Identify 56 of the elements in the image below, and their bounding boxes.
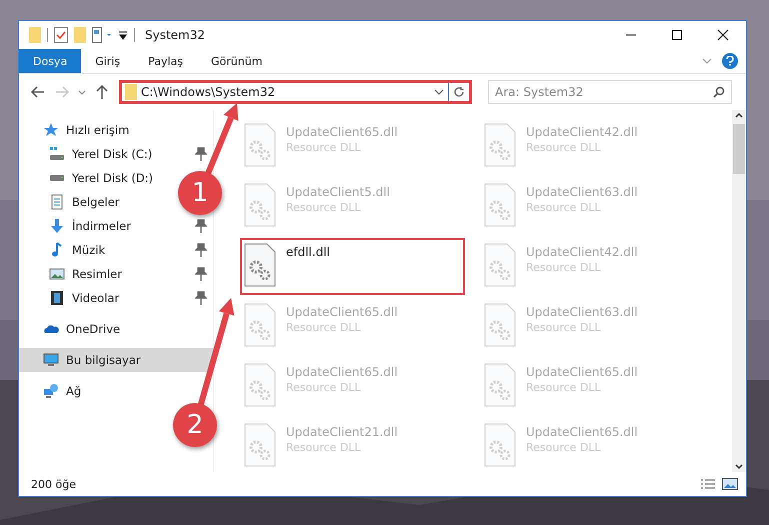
nav-item[interactable]: Yerel Disk (C:): [19, 142, 213, 166]
window-title: System32: [145, 28, 206, 42]
item-count: 200 öğe: [31, 478, 76, 490]
file-gear-icon: [484, 243, 516, 287]
download-icon: [49, 218, 65, 234]
refresh-icon[interactable]: [453, 86, 465, 98]
nav-item[interactable]: OneDrive: [19, 317, 126, 341]
folder-icon: [125, 84, 137, 100]
film-icon: [49, 290, 65, 306]
nav-item[interactable]: Hızlı erişim: [19, 118, 136, 142]
ribbon-tab[interactable]: Dosya: [19, 49, 82, 73]
nav-item[interactable]: Videolar: [19, 286, 213, 310]
nav-item[interactable]: Belgeler: [19, 190, 126, 214]
address-field[interactable]: C:\Windows\System32: [119, 80, 472, 104]
picture-icon: [49, 266, 65, 282]
file-gear-icon: [244, 363, 276, 407]
file-gear-icon: [484, 303, 516, 347]
nav-item[interactable]: Müzik: [19, 238, 213, 262]
file-item[interactable]: efdll.dll: [240, 238, 465, 295]
network-icon: [43, 383, 59, 399]
ribbon-tab[interactable]: Paylaş: [134, 49, 197, 73]
nav-item[interactable]: Yerel Disk (D:): [19, 166, 160, 190]
nav-item[interactable]: İndirmeler: [19, 214, 213, 238]
file-gear-icon: [244, 123, 276, 167]
customize-caret-icon[interactable]: [118, 30, 128, 40]
large-icons-view-icon[interactable]: [722, 478, 738, 490]
scroll-down-icon[interactable]: [734, 462, 744, 472]
scrollbar-thumb[interactable]: [733, 124, 745, 174]
nav-item[interactable]: Bu bilgisayar: [19, 348, 213, 372]
file-gear-icon: [244, 423, 276, 467]
scroll-up-icon[interactable]: [734, 110, 744, 120]
search-icon[interactable]: [713, 86, 725, 98]
file-gear-icon: [484, 363, 516, 407]
scrollbar[interactable]: [732, 110, 746, 472]
details-view-icon[interactable]: [700, 478, 716, 490]
nav-item[interactable]: Resimler: [19, 262, 213, 286]
drive-icon: [49, 175, 65, 181]
star-icon: [43, 122, 59, 138]
ribbon-tab[interactable]: Görünüm: [197, 49, 276, 73]
properties-icon[interactable]: [54, 27, 68, 43]
file-gear-icon: [484, 123, 516, 167]
file-gear-icon: [244, 183, 276, 227]
ribbon-tab[interactable]: Giriş: [81, 49, 134, 73]
help-icon[interactable]: [722, 53, 738, 69]
search-field[interactable]: Ara: System32: [488, 80, 732, 104]
computer-icon: [43, 352, 59, 368]
document-icon: [49, 194, 65, 210]
drive-icon: [49, 146, 65, 162]
file-gear-icon: [484, 423, 516, 467]
file-gear-icon: [244, 243, 276, 287]
expand-ribbon-icon[interactable]: [702, 58, 712, 64]
layout-icon[interactable]: [92, 27, 112, 43]
dropdown-caret-icon[interactable]: [434, 89, 444, 95]
file-gear-icon: [484, 183, 516, 227]
nav-item[interactable]: Ağ: [19, 379, 88, 403]
file-gear-icon: [244, 303, 276, 347]
